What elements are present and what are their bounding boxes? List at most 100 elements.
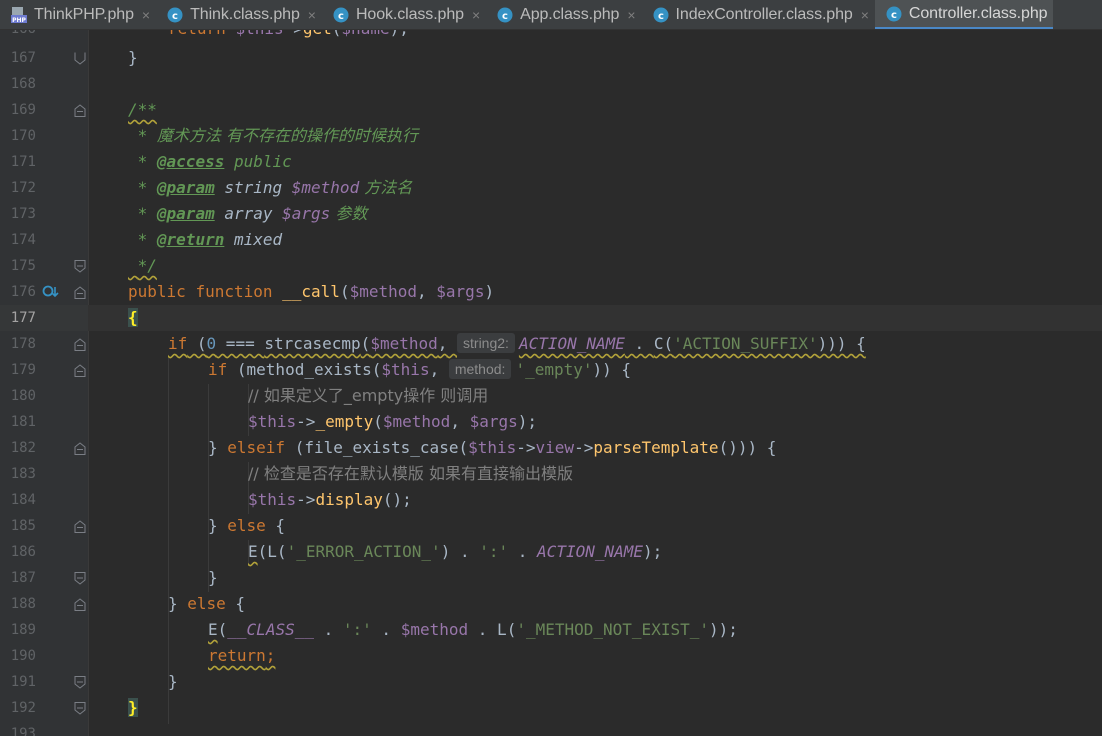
fold-end-icon[interactable] <box>74 676 86 689</box>
php-class-icon: c <box>653 7 669 23</box>
code-text: E(__CLASS__ . ':' . $method . L('_METHOD… <box>208 620 738 639</box>
code-line[interactable]: 168 <box>0 71 1102 97</box>
code-line[interactable]: 179 if (method_exists($this, method: '_em… <box>0 357 1102 383</box>
line-number: 170 <box>10 128 36 144</box>
line-number: 166 <box>0 30 36 42</box>
line-number: 189 <box>10 622 36 638</box>
tab-hook-class[interactable]: c Hook.class.php × <box>322 0 486 29</box>
matched-brace: { <box>128 308 138 327</box>
close-icon[interactable]: × <box>472 7 480 23</box>
fold-start-icon[interactable] <box>74 104 86 117</box>
code-text: $this->display(); <box>248 490 412 509</box>
close-icon[interactable]: × <box>142 7 150 23</box>
close-icon[interactable]: × <box>861 7 869 23</box>
code-line[interactable]: 174 * @return mixed <box>0 227 1102 253</box>
code-line[interactable]: 167 } <box>0 45 1102 71</box>
code-text: } <box>128 48 138 67</box>
fold-start-icon[interactable] <box>74 338 86 351</box>
code-text: return $this->get($name); <box>168 30 409 42</box>
code-text: } elseif (file_exists_case($this->view->… <box>208 438 777 457</box>
line-number: 180 <box>10 388 36 404</box>
override-method-icon[interactable] <box>42 285 60 299</box>
code-text: } <box>128 695 138 721</box>
line-number: 177 <box>10 310 36 326</box>
line-number: 192 <box>10 700 36 716</box>
tab-controller-class[interactable]: c Controller.class.php <box>874 0 1054 29</box>
php-file-icon: PHP <box>11 7 27 24</box>
fold-end-icon[interactable] <box>74 52 86 65</box>
tab-think-class[interactable]: c Think.class.php × <box>156 0 322 29</box>
line-number: 168 <box>10 76 36 92</box>
code-line[interactable]: 180 // 如果定义了_empty操作 则调用 <box>0 383 1102 409</box>
svg-text:c: c <box>172 11 178 22</box>
line-number: 181 <box>10 414 36 430</box>
code-text: // 如果定义了_empty操作 则调用 <box>248 386 489 405</box>
code-text: $this->_empty($method, $args); <box>248 412 538 431</box>
code-line[interactable]: 187 } <box>0 565 1102 591</box>
code-line[interactable]: 182 } elseif (file_exists_case($this->vi… <box>0 435 1102 461</box>
svg-text:c: c <box>658 11 664 22</box>
code-line[interactable]: 175 */ <box>0 253 1102 279</box>
line-number: 184 <box>10 492 36 508</box>
code-editor[interactable]: 166 return $this->get($name); 167 } 168 … <box>0 30 1102 736</box>
php-class-icon: c <box>497 7 513 23</box>
line-number: 176 <box>10 284 36 300</box>
code-line[interactable]: 191 } <box>0 669 1102 695</box>
close-icon[interactable]: × <box>308 7 316 23</box>
code-line[interactable]: 172 * @param string $method 方法名 <box>0 175 1102 201</box>
line-number: 172 <box>10 180 36 196</box>
code-line[interactable]: 183 // 检查是否存在默认模版 如果有直接输出模版 <box>0 461 1102 487</box>
line-number: 182 <box>10 440 36 456</box>
line-number: 188 <box>10 596 36 612</box>
php-class-icon: c <box>886 6 902 21</box>
code-text: } else { <box>208 516 286 535</box>
tab-indexcontroller-class[interactable]: c IndexController.class.php × <box>642 0 875 29</box>
line-number: 191 <box>10 674 36 690</box>
line-number: 179 <box>10 362 36 378</box>
code-line[interactable]: 190 return; <box>0 643 1102 669</box>
code-text: if (0 === strcasecmp($method, string2: AC… <box>168 333 866 353</box>
code-line[interactable]: 178 if (0 === strcasecmp($method, string… <box>0 331 1102 357</box>
code-line[interactable]: 185 } else { <box>0 513 1102 539</box>
code-line[interactable]: 192 } <box>0 695 1102 721</box>
tab-thinkphp[interactable]: PHP ThinkPHP.php × <box>0 0 156 29</box>
code-line[interactable]: 189 E(__CLASS__ . ':' . $method . L('_ME… <box>0 617 1102 643</box>
code-line[interactable]: 176 public function __call($method, $arg… <box>0 279 1102 305</box>
code-text: { <box>128 305 138 331</box>
code-text: /** <box>128 100 157 119</box>
fold-end-icon[interactable] <box>74 572 86 585</box>
line-number: 171 <box>10 154 36 170</box>
fold-end-icon[interactable] <box>74 260 86 273</box>
code-line[interactable]: 177 { <box>0 305 1102 331</box>
code-line[interactable]: 171 * @access public <box>0 149 1102 175</box>
svg-text:c: c <box>338 11 344 22</box>
code-line[interactable]: 186 E(L('_ERROR_ACTION_') . ':' . ACTION… <box>0 539 1102 565</box>
fold-end-icon[interactable] <box>74 702 86 715</box>
tab-label: Hook.class.php <box>355 6 464 23</box>
code-line[interactable]: 166 return $this->get($name); <box>0 30 1102 42</box>
fold-start-icon[interactable] <box>74 520 86 533</box>
code-line[interactable]: 170 * 魔术方法 有不存在的操作的时候执行 <box>0 123 1102 149</box>
code-text: public function __call($method, $args) <box>128 282 495 301</box>
code-text: } <box>168 672 178 691</box>
code-text: * @param string $method 方法名 <box>137 178 413 197</box>
close-icon[interactable]: × <box>627 7 635 23</box>
line-number: 193 <box>10 726 36 736</box>
code-line[interactable]: 193 <box>0 721 1102 736</box>
code-line[interactable]: 169 /** <box>0 97 1102 123</box>
fold-start-icon[interactable] <box>74 286 86 299</box>
line-number: 178 <box>10 336 36 352</box>
svg-text:c: c <box>891 10 897 21</box>
fold-start-icon[interactable] <box>74 364 86 377</box>
line-number: 169 <box>10 102 36 118</box>
code-line[interactable]: 188 } else { <box>0 591 1102 617</box>
fold-start-icon[interactable] <box>74 598 86 611</box>
tab-app-class[interactable]: c App.class.php × <box>486 0 641 29</box>
tab-label: IndexController.class.php <box>675 6 853 23</box>
code-line[interactable]: 181 $this->_empty($method, $args); <box>0 409 1102 435</box>
code-line[interactable]: 184 $this->display(); <box>0 487 1102 513</box>
tab-label: App.class.php <box>520 6 620 23</box>
fold-start-icon[interactable] <box>74 442 86 455</box>
code-line[interactable]: 173 * @param array $args 参数 <box>0 201 1102 227</box>
code-text: * 魔术方法 有不存在的操作的时候执行 <box>137 126 418 145</box>
